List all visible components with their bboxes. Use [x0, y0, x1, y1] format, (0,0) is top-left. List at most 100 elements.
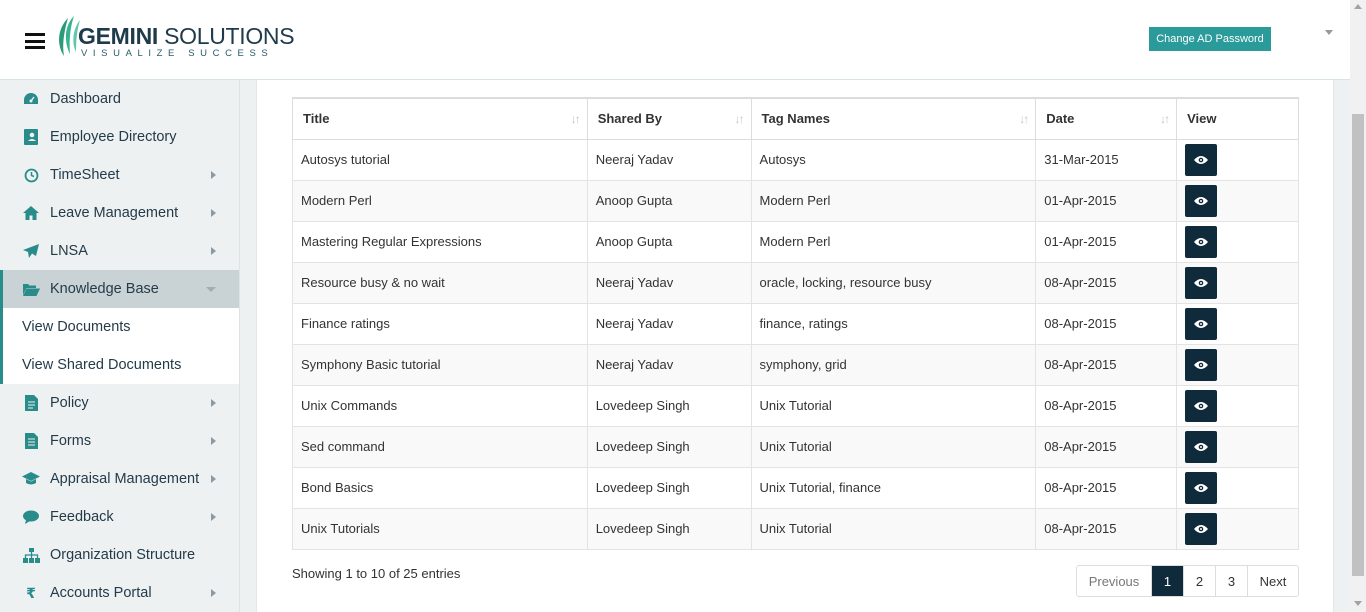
cell-tag-names: Autosys	[750, 138, 1037, 181]
sidebar-item-feedback[interactable]: Feedback	[0, 498, 239, 536]
main-content: Title ↓↑ Shared By ↓↑ Tag Names ↓↑ Date ↓↑ V…	[240, 80, 1350, 612]
view-document-button[interactable]	[1185, 266, 1218, 299]
hamburger-menu-icon[interactable]	[25, 33, 45, 49]
eye-icon	[1194, 319, 1209, 328]
pagination-page-1[interactable]: 1	[1152, 566, 1184, 596]
view-document-button[interactable]	[1185, 307, 1218, 340]
pagination-page-2[interactable]: 2	[1184, 566, 1216, 596]
view-document-button[interactable]	[1185, 512, 1218, 545]
sidebar-item-label: Employee Directory	[50, 129, 177, 145]
pagination: Previous 1 2 3 Next	[1076, 565, 1299, 597]
sidebar-item-forms[interactable]: Forms	[0, 422, 239, 460]
user-menu-caret-icon[interactable]	[1325, 30, 1333, 35]
view-document-button[interactable]	[1185, 471, 1218, 504]
cell-shared-by: Lovedeep Singh	[586, 384, 752, 427]
chevron-right-icon	[211, 399, 216, 407]
rupee-icon: ₹	[26, 584, 36, 601]
cell-date: 08-Apr-2015	[1035, 466, 1178, 509]
chevron-right-icon	[211, 589, 216, 597]
cell-view	[1176, 343, 1299, 386]
cell-title: Symphony Basic tutorial	[292, 343, 588, 386]
change-ad-password-button[interactable]: Change AD Password	[1149, 27, 1271, 51]
view-document-button[interactable]	[1185, 184, 1218, 217]
sidebar-item-appraisal-management[interactable]: Appraisal Management	[0, 460, 239, 498]
sidebar-item-knowledge-base[interactable]: Knowledge Base	[0, 270, 239, 308]
chevron-right-icon	[211, 247, 216, 255]
comments-icon	[22, 508, 40, 526]
sort-icon[interactable]: ↓↑	[1160, 112, 1170, 126]
cell-tag-names: symphony, grid	[750, 343, 1037, 386]
sidebar-item-label: Knowledge Base	[50, 281, 159, 297]
cell-date: 08-Apr-2015	[1035, 507, 1178, 550]
table-row: Symphony Basic tutorial Neeraj Yadav sym…	[292, 343, 1299, 386]
contact-card-icon	[22, 128, 40, 146]
sidebar-item-employee-directory[interactable]: Employee Directory	[0, 118, 239, 156]
view-document-button[interactable]	[1185, 430, 1218, 463]
chevron-right-icon	[211, 209, 216, 217]
cell-title: Modern Perl	[292, 179, 588, 222]
cell-date: 08-Apr-2015	[1035, 425, 1178, 468]
sidebar-item-timesheet[interactable]: TimeSheet	[0, 156, 239, 194]
view-document-button[interactable]	[1185, 389, 1218, 422]
paper-plane-icon	[22, 242, 40, 260]
cell-shared-by: Neeraj Yadav	[586, 302, 752, 345]
cell-view	[1176, 466, 1299, 509]
chevron-right-icon	[211, 437, 216, 445]
pagination-next-button[interactable]: Next	[1248, 566, 1298, 596]
folder-open-icon	[22, 280, 40, 298]
cell-shared-by: Neeraj Yadav	[586, 261, 752, 304]
eye-icon	[1194, 360, 1209, 369]
table-row: Unix Commands Lovedeep Singh Unix Tutori…	[292, 384, 1299, 427]
scrollbar-thumb[interactable]	[1352, 114, 1364, 576]
table-body: Autosys tutorial Neeraj Yadav Autosys 31…	[292, 138, 1299, 550]
cell-tag-names: finance, ratings	[750, 302, 1037, 345]
view-document-button[interactable]	[1185, 225, 1218, 258]
home-icon	[22, 204, 40, 222]
sort-icon[interactable]: ↓↑	[1019, 112, 1029, 126]
eye-icon	[1194, 401, 1209, 410]
clock-icon	[22, 166, 40, 184]
form-icon	[22, 432, 40, 450]
eye-icon	[1194, 196, 1209, 205]
cell-view	[1176, 261, 1299, 304]
sidebar-subitem-view-shared-documents[interactable]: View Shared Documents	[0, 346, 239, 384]
column-header-label: Title	[303, 111, 330, 127]
column-header-title[interactable]: Title ↓↑	[292, 97, 588, 140]
cell-title: Bond Basics	[292, 466, 588, 509]
cell-shared-by: Lovedeep Singh	[586, 507, 752, 550]
sidebar-item-label: Appraisal Management	[50, 471, 200, 487]
page-scrollbar[interactable]	[1350, 0, 1366, 612]
graduation-cap-icon	[22, 470, 40, 488]
cell-title: Mastering Regular Expressions	[292, 220, 588, 263]
pagination-previous-button[interactable]: Previous	[1077, 566, 1152, 596]
sort-icon[interactable]: ↓↑	[571, 112, 581, 126]
table-row: Mastering Regular Expressions Anoop Gupt…	[292, 220, 1299, 263]
column-header-shared-by[interactable]: Shared By ↓↑	[586, 97, 752, 140]
sort-icon[interactable]: ↓↑	[735, 112, 745, 126]
scroll-down-arrow-icon[interactable]	[1354, 601, 1362, 606]
cell-tag-names: Modern Perl	[750, 220, 1037, 263]
cell-shared-by: Anoop Gupta	[586, 220, 752, 263]
cell-view	[1176, 425, 1299, 468]
sidebar-item-lnsa[interactable]: LNSA	[0, 232, 239, 270]
sidebar-item-policy[interactable]: Policy	[0, 384, 239, 422]
scroll-up-arrow-icon[interactable]	[1354, 4, 1362, 9]
column-header-date[interactable]: Date ↓↑	[1035, 97, 1178, 140]
eye-icon	[1194, 483, 1209, 492]
cell-tag-names: Unix Tutorial	[750, 425, 1037, 468]
column-header-tag-names[interactable]: Tag Names ↓↑	[750, 97, 1037, 140]
sidebar-item-leave-management[interactable]: Leave Management	[0, 194, 239, 232]
sidebar-item-accounts-portal[interactable]: ₹ Accounts Portal	[0, 574, 239, 612]
cell-view	[1176, 179, 1299, 222]
sidebar: Dashboard Employee Directory TimeSheet L…	[0, 80, 240, 612]
view-document-button[interactable]	[1185, 143, 1218, 176]
pagination-page-3[interactable]: 3	[1216, 566, 1248, 596]
sidebar-item-label: TimeSheet	[50, 167, 120, 183]
sidebar-item-dashboard[interactable]: Dashboard	[0, 80, 239, 118]
view-document-button[interactable]	[1185, 348, 1218, 381]
eye-icon	[1194, 524, 1209, 533]
sidebar-item-organization-structure[interactable]: Organization Structure	[0, 536, 239, 574]
gemini-logo[interactable]: GEMINI SOLUTIONS VISUALIZE SUCCESS	[54, 14, 295, 62]
sidebar-subitem-view-documents[interactable]: View Documents	[0, 308, 239, 346]
sitemap-icon	[22, 546, 40, 564]
